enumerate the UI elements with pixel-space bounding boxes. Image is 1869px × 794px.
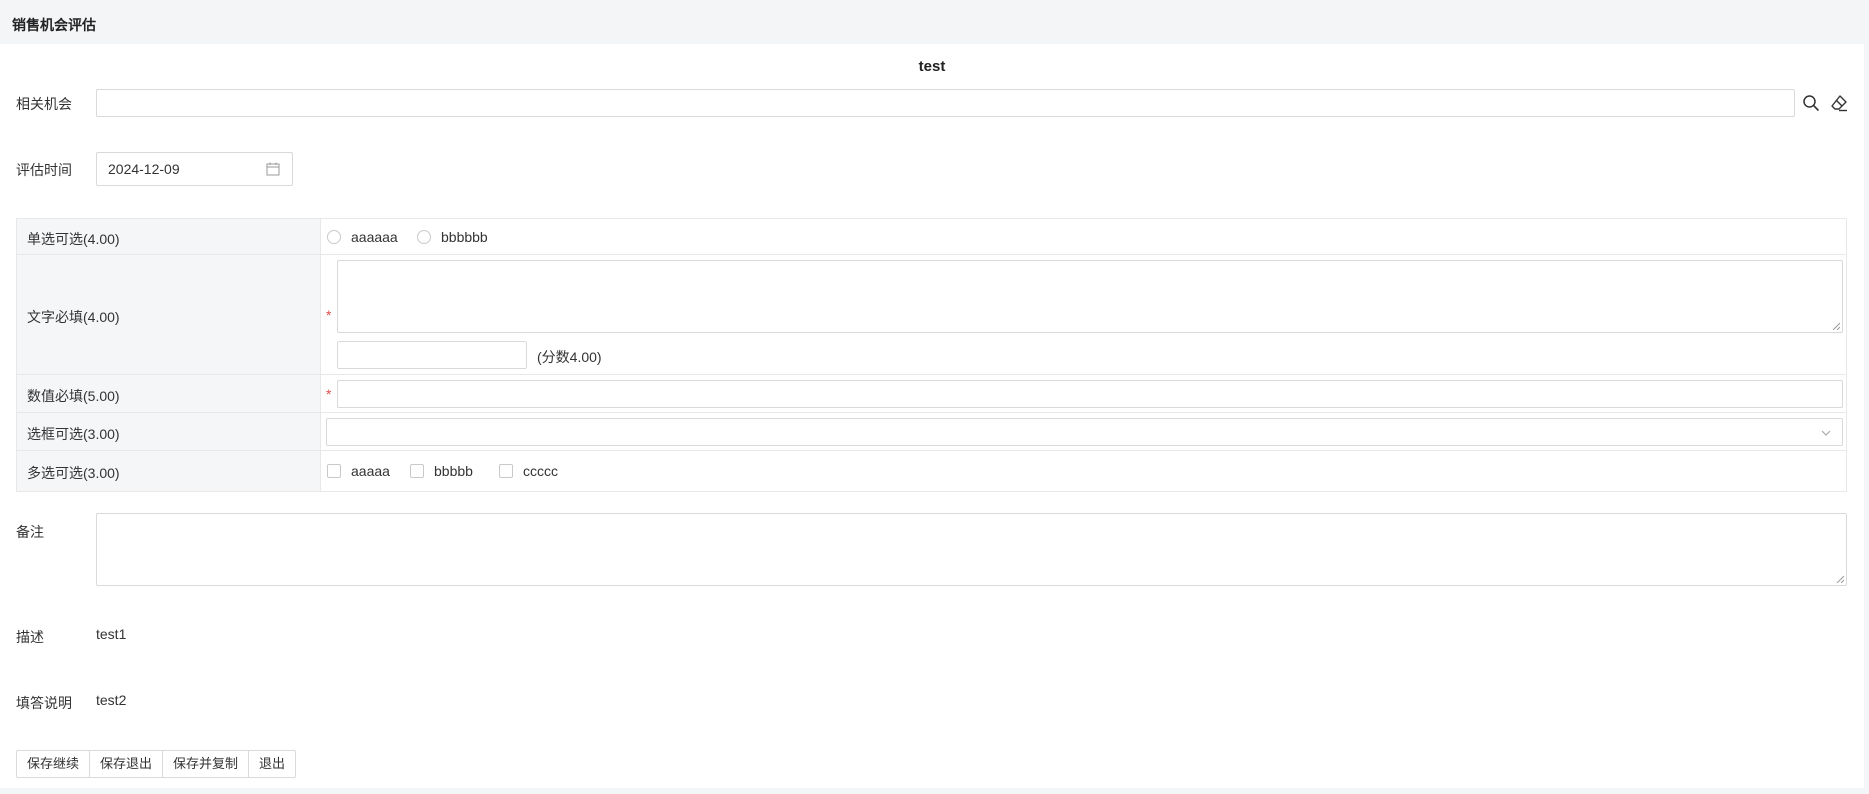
- page-header: 销售机会评估: [0, 0, 1869, 44]
- question-row: 选框可选(3.00): [17, 413, 1846, 451]
- save-exit-button[interactable]: 保存退出: [89, 750, 164, 778]
- related-opportunity-label: 相关机会: [16, 96, 72, 112]
- question-label: 数值必填(5.00): [27, 388, 120, 404]
- search-icon[interactable]: [1801, 93, 1821, 113]
- question-row: 文字必填(4.00) * (分数4.00): [17, 255, 1846, 375]
- checkbox-option-label: aaaaa: [351, 463, 390, 479]
- question-row: 单选可选(4.00) aaaaaa bbbbbb: [17, 219, 1846, 255]
- resize-grip-icon[interactable]: [1832, 322, 1840, 330]
- number-answer-input[interactable]: [337, 380, 1843, 408]
- remark-label: 备注: [16, 524, 44, 540]
- related-opportunity-input[interactable]: [96, 89, 1795, 117]
- checkbox-option-bbbbb[interactable]: [410, 464, 424, 478]
- remark-textarea[interactable]: [96, 513, 1847, 586]
- form-title: test: [918, 58, 946, 75]
- question-label: 文字必填(4.00): [27, 309, 120, 325]
- calendar-icon[interactable]: [266, 162, 280, 176]
- checkbox-option-ccccc[interactable]: [499, 464, 513, 478]
- exit-button[interactable]: 退出: [248, 750, 297, 778]
- radio-option-label: bbbbbb: [441, 229, 488, 245]
- radio-option-aaaaaa[interactable]: [327, 230, 341, 244]
- score-note: (分数4.00): [537, 349, 602, 365]
- eval-time-date-input[interactable]: 2024-12-09: [96, 152, 293, 186]
- question-label: 单选可选(4.00): [27, 231, 120, 247]
- description-value: test1: [96, 626, 127, 642]
- question-label: 选框可选(3.00): [27, 426, 120, 442]
- eval-time-value: 2024-12-09: [108, 161, 180, 177]
- radio-option-bbbbbb[interactable]: [417, 230, 431, 244]
- eraser-icon[interactable]: [1829, 93, 1849, 113]
- action-button-group: 保存继续 保存退出 保存并复制 退出: [16, 750, 297, 778]
- description-label: 描述: [16, 629, 44, 645]
- checkbox-option-aaaaa[interactable]: [327, 464, 341, 478]
- eval-time-label: 评估时间: [16, 162, 72, 178]
- question-label-cell: 单选可选(4.00): [17, 219, 321, 254]
- radio-option-label: aaaaaa: [351, 229, 398, 245]
- question-label-cell: 文字必填(4.00): [17, 255, 321, 374]
- instructions-label: 填答说明: [16, 695, 72, 711]
- question-label: 多选可选(3.00): [27, 465, 120, 481]
- question-row: 多选可选(3.00) aaaaa bbbbb ccccc: [17, 451, 1846, 491]
- checkbox-option-label: bbbbb: [434, 463, 473, 479]
- required-marker: *: [326, 307, 332, 323]
- save-continue-button[interactable]: 保存继续: [16, 750, 91, 778]
- save-copy-button[interactable]: 保存并复制: [162, 750, 250, 778]
- form-panel: test 相关机会 评估时间 2024-12-09 单选可选(4.00) aaa…: [0, 44, 1864, 788]
- instructions-value: test2: [96, 692, 127, 708]
- question-row: 数值必填(5.00) *: [17, 375, 1846, 413]
- page-title: 销售机会评估: [12, 17, 96, 33]
- chevron-down-icon: [1820, 426, 1832, 442]
- required-marker: *: [326, 386, 332, 402]
- resize-grip-icon[interactable]: [1836, 575, 1844, 583]
- text-answer-textarea[interactable]: [337, 260, 1843, 333]
- score-input[interactable]: [337, 341, 527, 369]
- question-label-cell: 多选可选(3.00): [17, 451, 321, 491]
- checkbox-option-label: ccccc: [523, 463, 558, 479]
- question-label-cell: 选框可选(3.00): [17, 413, 321, 450]
- question-label-cell: 数值必填(5.00): [17, 375, 321, 412]
- questionnaire-table: 单选可选(4.00) aaaaaa bbbbbb 文字必填(4.00) * (分…: [16, 218, 1847, 492]
- select-answer-dropdown[interactable]: [326, 418, 1843, 446]
